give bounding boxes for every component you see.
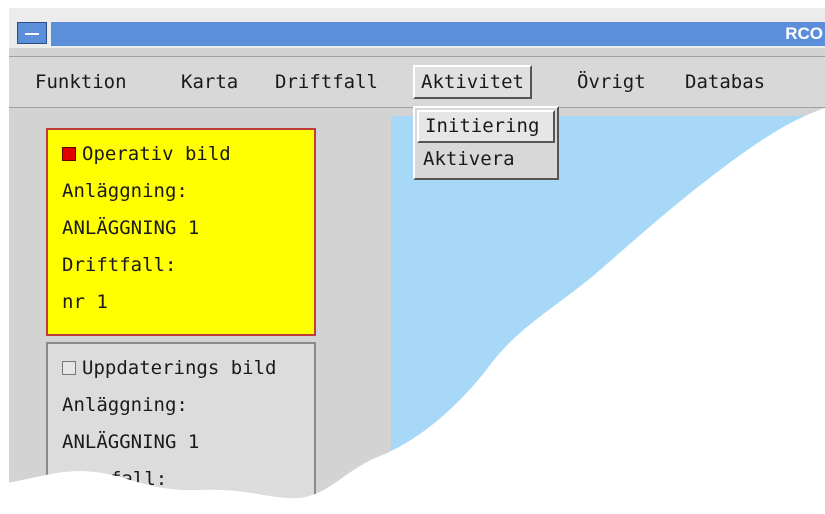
menu-databas[interactable]: Databas <box>679 65 771 99</box>
card-title: Operativ bild <box>82 143 231 165</box>
plant-label: Anläggning: <box>62 180 188 202</box>
menu-funktion[interactable]: Funktion <box>29 65 133 99</box>
plant-value: ANLÄGGNING 1 <box>62 217 200 239</box>
case-label: fall: <box>110 468 168 490</box>
menu-driftfall[interactable]: Driftfall <box>269 65 384 99</box>
checkbox-unchecked-icon[interactable] <box>62 361 76 375</box>
update-view-card[interactable]: Uppdaterings bild Anläggning: ANLÄGGNING… <box>46 342 316 514</box>
menu-option-aktivera[interactable]: Aktivera <box>417 144 555 177</box>
menu-bar: Funktion Karta Driftfall Aktivitet Övrig… <box>9 56 825 108</box>
minus-icon <box>25 33 39 35</box>
checkbox-checked-icon[interactable] <box>62 147 76 161</box>
title-bar-fill <box>51 22 825 46</box>
app-window: RCO Funktion Karta Driftfall Aktivitet Ö… <box>9 8 825 514</box>
card-header: Operativ bild <box>62 136 300 173</box>
title-bar[interactable]: RCO <box>9 8 825 48</box>
menu-karta[interactable]: Karta <box>175 65 244 99</box>
menu-ovrigt[interactable]: Övrigt <box>571 65 652 99</box>
window-menu-button[interactable] <box>17 22 47 44</box>
case-value: nr 1 <box>62 291 108 313</box>
menu-aktivitet[interactable]: Aktivitet <box>413 65 532 99</box>
case-label: Driftfall: <box>62 254 177 276</box>
plant-label: Anläggning: <box>62 394 188 416</box>
window-title: RCO <box>785 24 823 43</box>
card-title: Uppdaterings bild <box>82 357 277 379</box>
operative-view-card[interactable]: Operativ bild Anläggning: ANLÄGGNING 1 D… <box>46 128 316 336</box>
aktivitet-dropdown: Initiering Aktivera <box>413 106 559 180</box>
card-header: Uppdaterings bild <box>62 350 300 387</box>
menu-option-initiering[interactable]: Initiering <box>417 110 555 143</box>
plant-value: ANLÄGGNING 1 <box>62 431 200 453</box>
